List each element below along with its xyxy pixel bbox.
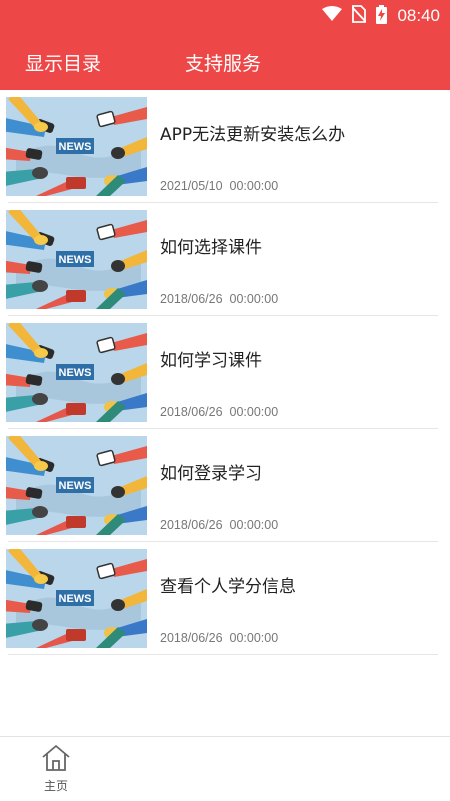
article-date: 2018/06/26 00:00:00 (160, 518, 279, 532)
status-bar: 08:40 (0, 0, 450, 32)
article-thumbnail: NEWS (6, 549, 147, 648)
status-icons: 08:40 (322, 4, 440, 28)
article-title: APP无法更新安装怎么办 (160, 125, 346, 145)
article-thumbnail: NEWS (6, 436, 147, 535)
article-date: 2018/06/26 00:00:00 (160, 405, 279, 419)
status-time: 08:40 (397, 6, 440, 25)
divider (8, 654, 438, 655)
article-thumbnail: NEWS (6, 210, 147, 309)
battery-charging-icon (376, 4, 388, 28)
bottom-nav: 主页 (0, 736, 450, 801)
news-sign-text: NEWS (59, 367, 92, 379)
article-title: 查看个人学分信息 (160, 577, 296, 597)
article-title: 如何学习课件 (160, 351, 262, 371)
article-list-item[interactable]: NEWS APP无法更新安装怎么办 2021/05/10 00:00:00 (0, 90, 450, 203)
nav-home-label: 主页 (43, 779, 68, 793)
nav-home[interactable]: 主页 (28, 741, 84, 797)
article-thumbnail: NEWS (6, 323, 147, 422)
no-sim-icon (351, 5, 368, 27)
article-title: 如何登录学习 (160, 464, 262, 484)
news-sign-text: NEWS (59, 141, 92, 153)
wifi-icon (322, 6, 343, 26)
tab-support-service[interactable]: 支持服务 (185, 49, 261, 76)
header: 显示目录 支持服务 (0, 32, 450, 90)
article-list-item[interactable]: NEWS 如何选择课件 2018/06/26 00:00:00 (0, 203, 450, 316)
article-list-item[interactable]: NEWS 如何登录学习 2018/06/26 00:00:00 (0, 429, 450, 542)
article-list-item[interactable]: NEWS 如何学习课件 2018/06/26 00:00:00 (0, 316, 450, 429)
news-sign-text: NEWS (59, 593, 92, 605)
article-thumbnail: NEWS (6, 97, 147, 196)
article-list-item[interactable]: NEWS 查看个人学分信息 2018/06/26 00:00:00 (0, 542, 450, 655)
article-list: NEWS APP无法更新安装怎么办 2021/05/10 00:00:00 NE… (0, 90, 450, 655)
article-date: 2018/06/26 00:00:00 (160, 292, 279, 306)
news-sign-text: NEWS (59, 254, 92, 266)
article-title: 如何选择课件 (160, 238, 262, 258)
article-date: 2018/06/26 00:00:00 (160, 631, 279, 645)
news-sign-text: NEWS (59, 480, 92, 492)
tab-show-catalog[interactable]: 显示目录 (25, 49, 101, 76)
article-date: 2021/05/10 00:00:00 (160, 179, 279, 193)
